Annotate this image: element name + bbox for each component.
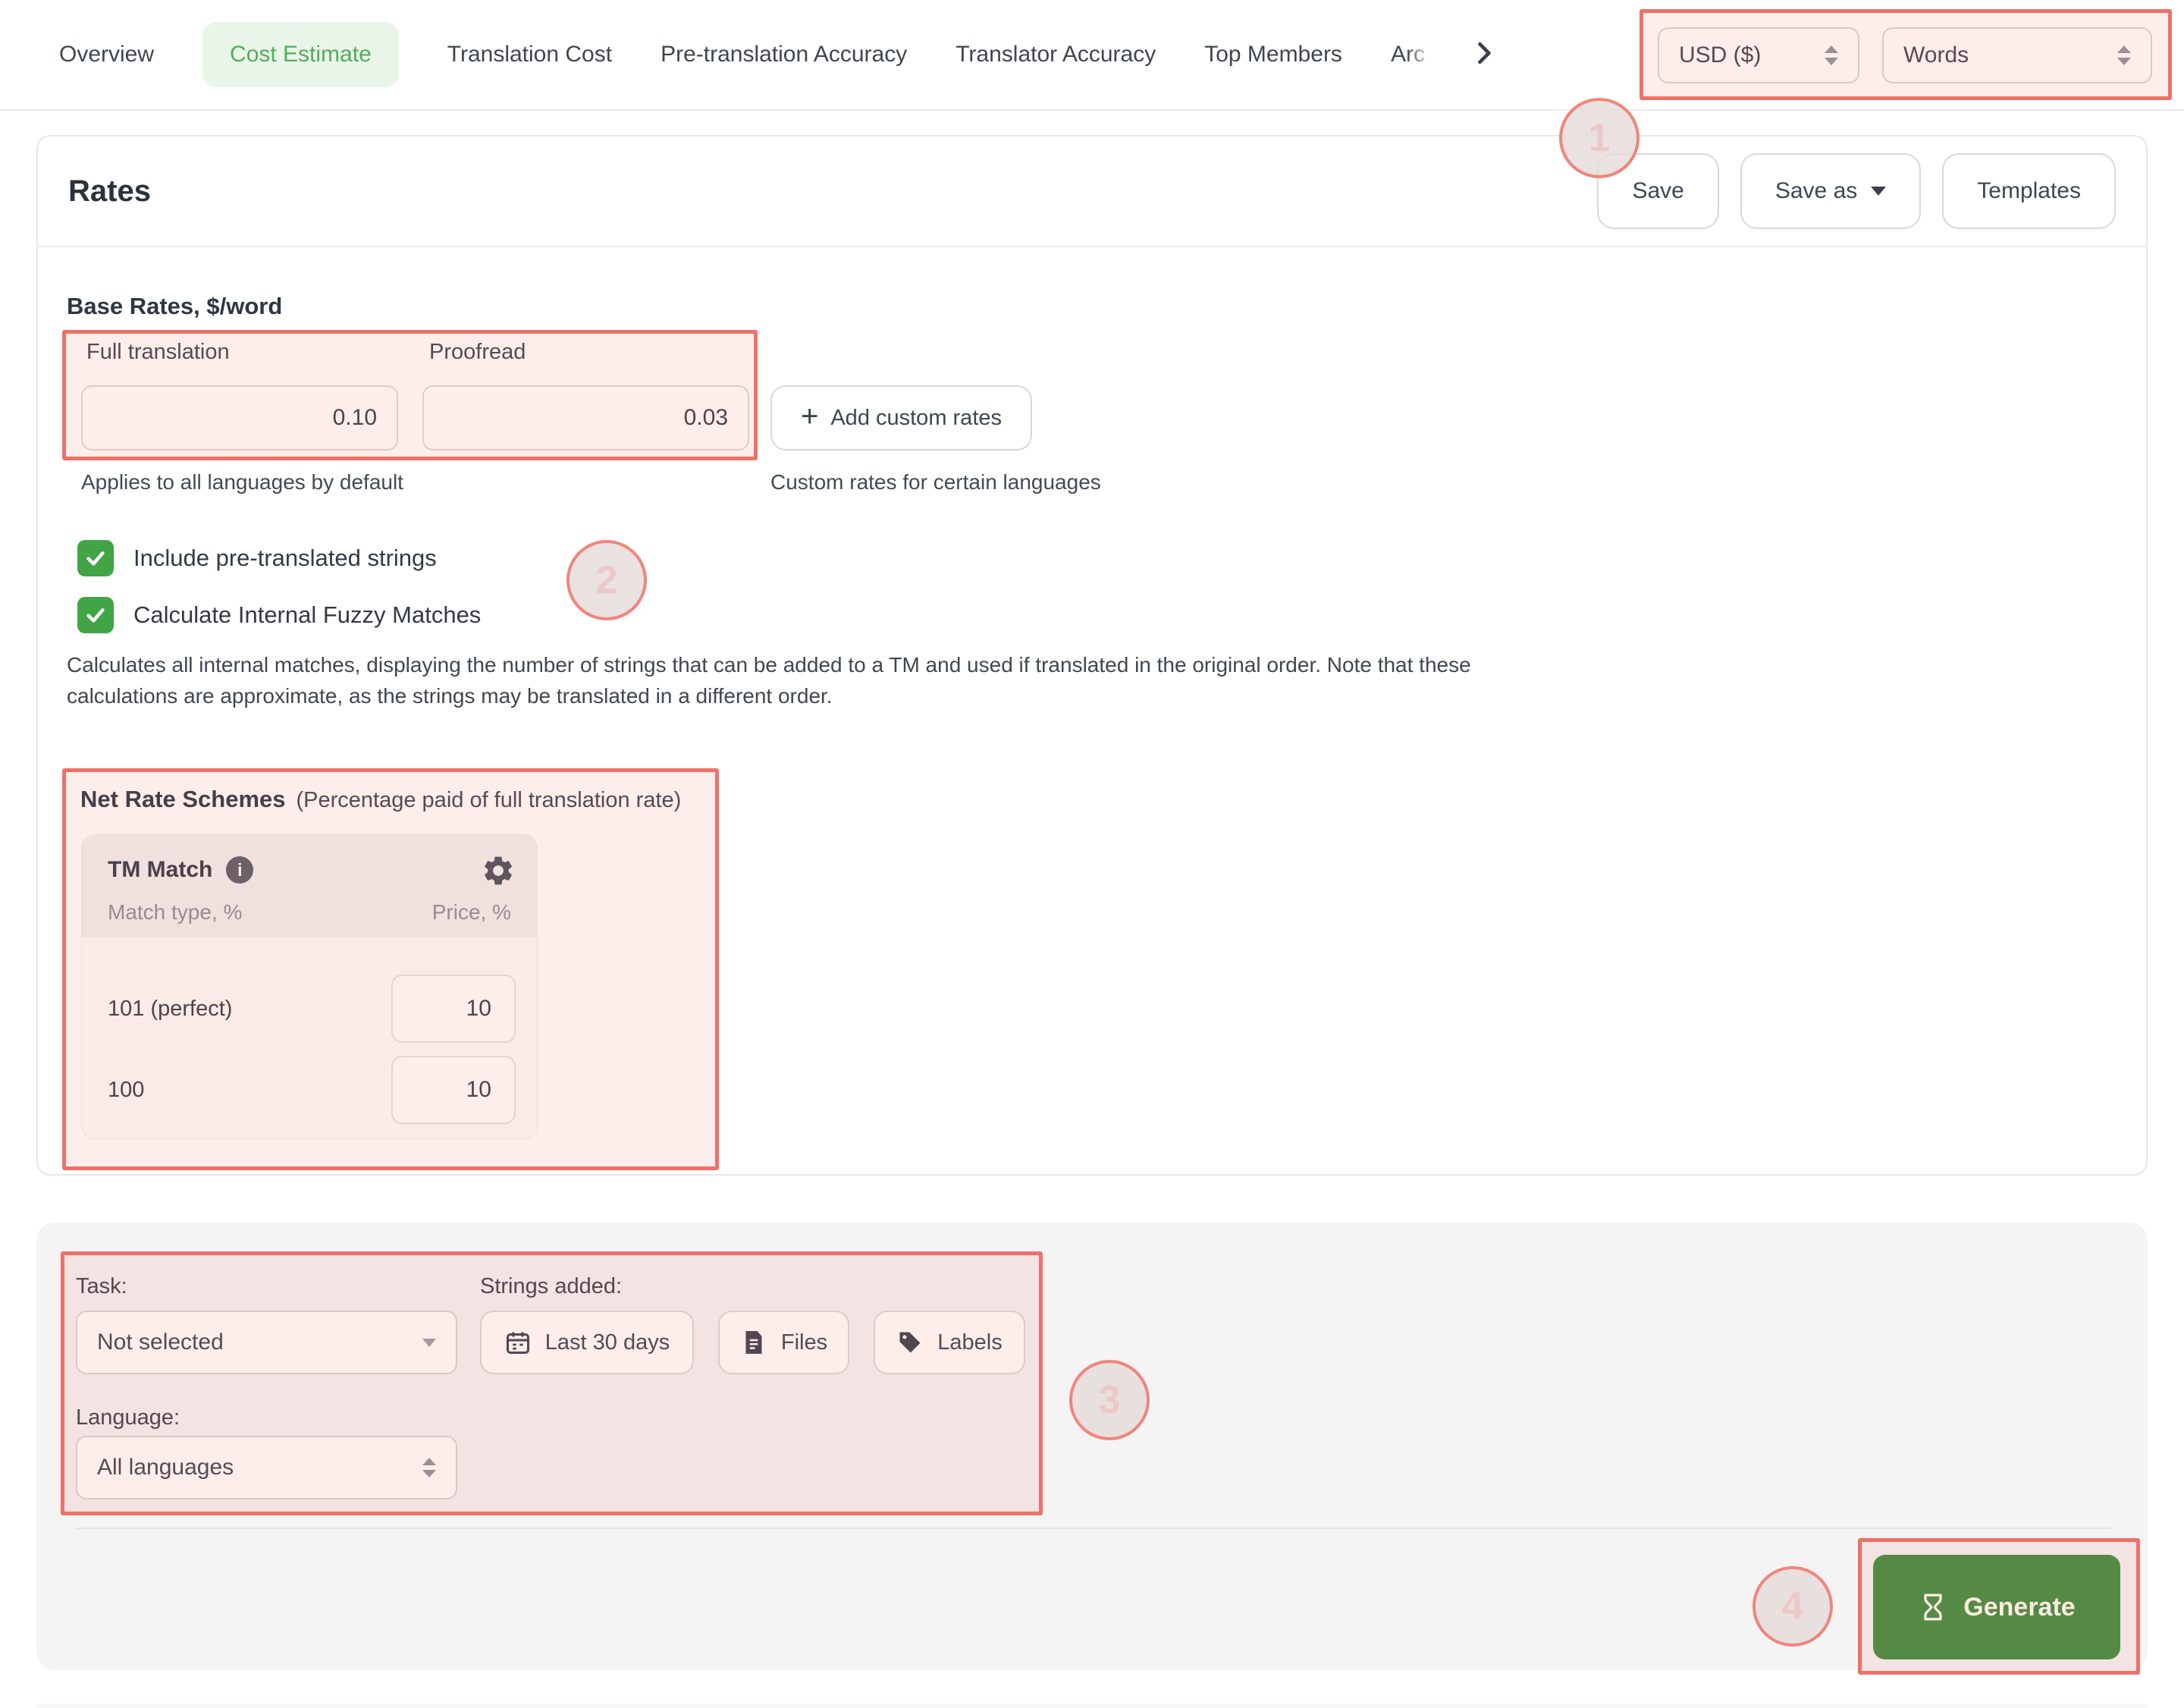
report-settings-panel: Task: Not selected Strings added: Last 3… <box>36 1223 2148 1670</box>
proofread-rate-input[interactable] <box>422 385 749 451</box>
calendar-icon <box>504 1329 532 1356</box>
add-custom-rates-label: Add custom rates <box>830 406 1002 431</box>
tab-translation-cost[interactable]: Translation Cost <box>447 42 612 68</box>
fuzzy-matches-label: Calculate Internal Fuzzy Matches <box>133 601 481 629</box>
custom-rates-hint: Custom rates for certain languages <box>770 470 1101 495</box>
add-custom-rates-button[interactable]: + Add custom rates <box>770 385 1032 451</box>
check-icon <box>83 546 108 570</box>
updown-caret-icon <box>422 1458 436 1477</box>
task-label: Task: <box>76 1274 127 1299</box>
match-row-label-100: 100 <box>108 1056 144 1124</box>
updown-caret-icon <box>1825 46 1838 65</box>
unit-select-value: Words <box>1903 42 1969 68</box>
tm-match-title-row: TM Match i <box>108 856 253 884</box>
labels-filter-button[interactable]: Labels <box>874 1311 1025 1374</box>
language-select[interactable]: All languages <box>76 1436 457 1499</box>
updown-caret-icon <box>2117 46 2131 65</box>
templates-button[interactable]: Templates <box>1942 153 2116 229</box>
caret-down-icon <box>1871 187 1886 196</box>
fuzzy-matches-checkbox[interactable] <box>77 597 114 633</box>
match-price-input-100[interactable] <box>391 1056 516 1124</box>
chevron-right-icon <box>1470 39 1498 71</box>
save-as-button[interactable]: Save as <box>1740 153 1921 229</box>
default-rates-hint: Applies to all languages by default <box>81 470 403 495</box>
fuzzy-matches-note: Calculates all internal matches, display… <box>67 649 1576 711</box>
language-select-value: All languages <box>97 1455 234 1480</box>
file-icon <box>740 1329 767 1356</box>
next-section-edge <box>36 1703 2148 1708</box>
currency-select-value: USD ($) <box>1679 42 1761 68</box>
tab-overview[interactable]: Overview <box>59 42 154 68</box>
include-pretranslated-checkbox[interactable] <box>77 540 114 576</box>
generate-button[interactable]: Generate <box>1873 1555 2120 1659</box>
tm-match-card: TM Match i Match type, % Price, % 101 (p… <box>81 834 538 1139</box>
net-rate-schemes-heading: Net Rate Schemes (Percentage paid of ful… <box>80 786 681 813</box>
generate-button-label: Generate <box>1963 1593 2075 1622</box>
tabs-overflow-button[interactable] <box>1470 39 1498 71</box>
hourglass-icon <box>1918 1592 1948 1622</box>
task-select-value: Not selected <box>97 1330 224 1355</box>
fuzzy-matches-row: Calculate Internal Fuzzy Matches <box>77 597 481 633</box>
base-rates-heading: Base Rates, $/word <box>67 293 282 320</box>
include-pretranslated-label: Include pre-translated strings <box>133 545 437 572</box>
save-button[interactable]: Save <box>1597 153 1718 229</box>
strings-added-label: Strings added: <box>480 1274 622 1299</box>
net-rate-schemes-subtitle: (Percentage paid of full translation rat… <box>297 788 682 813</box>
match-row-label-101: 101 (perfect) <box>108 975 232 1043</box>
net-rate-schemes-title: Net Rate Schemes <box>80 786 286 813</box>
check-icon <box>83 603 108 627</box>
tag-icon <box>896 1329 924 1356</box>
files-filter-button[interactable]: Files <box>718 1311 849 1374</box>
full-translation-rate-input[interactable] <box>81 385 398 451</box>
files-filter-label: Files <box>781 1330 827 1355</box>
tab-cost-estimate[interactable]: Cost Estimate <box>202 22 399 87</box>
include-pretranslated-row: Include pre-translated strings <box>77 540 437 576</box>
date-range-filter-button[interactable]: Last 30 days <box>480 1311 694 1374</box>
currency-select[interactable]: USD ($) <box>1658 27 1859 83</box>
gear-icon[interactable] <box>481 853 516 888</box>
full-translation-label: Full translation <box>86 340 230 365</box>
tm-match-header: TM Match i Match type, % Price, % <box>82 835 537 937</box>
match-price-input-101[interactable] <box>391 975 516 1043</box>
templates-button-label: Templates <box>1977 178 2081 204</box>
plus-icon: + <box>801 401 818 432</box>
tab-top-members[interactable]: Top Members <box>1204 42 1342 68</box>
price-column-header: Price, % <box>432 900 511 925</box>
cost-estimate-page: Overview Cost Estimate Translation Cost … <box>0 0 2184 1708</box>
rates-card: Rates Save Save as Templates Base Rates,… <box>36 135 2148 1176</box>
rates-card-header: Rates Save Save as Templates <box>38 137 2146 247</box>
task-select[interactable]: Not selected <box>76 1311 457 1374</box>
labels-filter-label: Labels <box>937 1330 1002 1355</box>
caret-down-icon <box>422 1339 436 1347</box>
tab-translator-accuracy[interactable]: Translator Accuracy <box>956 42 1156 68</box>
tab-pre-translation-accuracy[interactable]: Pre-translation Accuracy <box>661 42 907 68</box>
match-type-column-header: Match type, % <box>108 900 242 925</box>
tm-match-title: TM Match <box>108 857 212 883</box>
date-range-filter-label: Last 30 days <box>545 1330 670 1355</box>
proofread-label: Proofread <box>429 340 526 365</box>
tab-archive-truncated[interactable]: Arc <box>1391 42 1435 68</box>
unit-select[interactable]: Words <box>1882 27 2152 83</box>
info-icon[interactable]: i <box>226 856 253 884</box>
language-label: Language: <box>76 1405 180 1430</box>
page-title: Rates <box>68 174 151 209</box>
save-button-label: Save <box>1632 178 1684 204</box>
save-as-button-label: Save as <box>1775 178 1857 204</box>
panel-divider <box>76 1527 2111 1529</box>
